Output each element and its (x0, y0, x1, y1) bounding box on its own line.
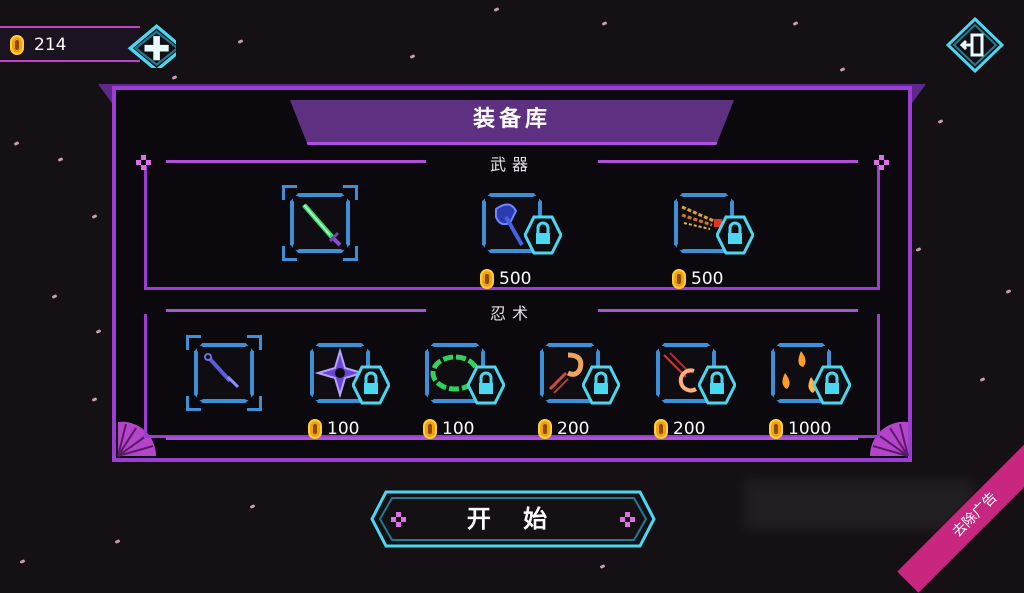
lock-icon (467, 365, 505, 405)
blurred-watermark (744, 480, 974, 530)
page-title: 装备库 (472, 107, 551, 132)
coin-icon (538, 419, 552, 439)
ninjutsu-slot-fire-swirl[interactable]: 200 (538, 343, 620, 439)
lock-icon (524, 215, 562, 255)
katana-icon (302, 203, 342, 247)
petal-particle (493, 7, 500, 12)
section-label-weapons: 武器 (489, 155, 534, 174)
price-tag: 100 (423, 419, 474, 439)
petal-particle (237, 39, 244, 44)
flower-ornament-icon (874, 155, 889, 170)
petal-particle (171, 75, 178, 80)
add-coins-button[interactable] (124, 24, 176, 68)
petal-particle (979, 377, 986, 382)
petal-particle (13, 141, 20, 146)
ninjutsu-slot-kunai[interactable] (186, 335, 262, 411)
coin-icon (654, 419, 668, 439)
price-tag: 500 (672, 269, 723, 289)
petal-particle (1005, 289, 1012, 294)
weapon-slot-katana[interactable] (282, 185, 358, 261)
coin-icon (10, 35, 24, 55)
petal-particle (915, 247, 922, 252)
section-label-ninjutsu: 忍术 (489, 304, 534, 323)
coin-icon (308, 419, 322, 439)
lock-icon (698, 365, 736, 405)
lock-icon (352, 365, 390, 405)
price-tag: 1000 (769, 419, 831, 439)
petal-particle (792, 21, 799, 26)
petal-particle (95, 329, 102, 334)
ninjutsu-slot-flames[interactable]: 1000 (769, 343, 851, 439)
kunai-icon (204, 353, 240, 389)
lock-icon (582, 365, 620, 405)
petal-particle (91, 397, 98, 402)
coin-icon (480, 269, 494, 289)
coin-value: 214 (34, 35, 67, 55)
petal-particle (114, 539, 121, 544)
weapon-slot-spear[interactable]: 500 (672, 193, 754, 289)
price-tag: 100 (308, 419, 359, 439)
price-tag: 500 (480, 269, 531, 289)
petal-particle (91, 214, 98, 219)
start-button-label[interactable]: 开 始 (370, 490, 656, 548)
weapon-slot-axe[interactable]: 500 (480, 193, 562, 289)
petal-particle (839, 67, 846, 72)
petal-particle (19, 559, 26, 564)
exit-button[interactable] (946, 17, 1004, 73)
divider-line (166, 437, 858, 440)
lock-icon (813, 365, 851, 405)
petal-particle (599, 564, 606, 569)
coin-icon (769, 419, 783, 439)
coin-icon (672, 269, 686, 289)
petal-particle (51, 294, 58, 299)
petal-particle (601, 21, 608, 26)
coin-counter: 214 (0, 26, 140, 62)
flower-ornament-icon (136, 155, 151, 170)
lock-icon (716, 215, 754, 255)
ninjutsu-slot-green-ring[interactable]: 100 (423, 343, 505, 439)
price-tag: 200 (654, 419, 705, 439)
ninjutsu-slot-shuriken[interactable]: 100 (308, 343, 390, 439)
price-tag: 200 (538, 419, 589, 439)
coin-icon (423, 419, 437, 439)
ninjutsu-slot-crescent[interactable]: 200 (654, 343, 736, 439)
petal-particle (409, 54, 416, 59)
petal-particle (249, 504, 256, 509)
